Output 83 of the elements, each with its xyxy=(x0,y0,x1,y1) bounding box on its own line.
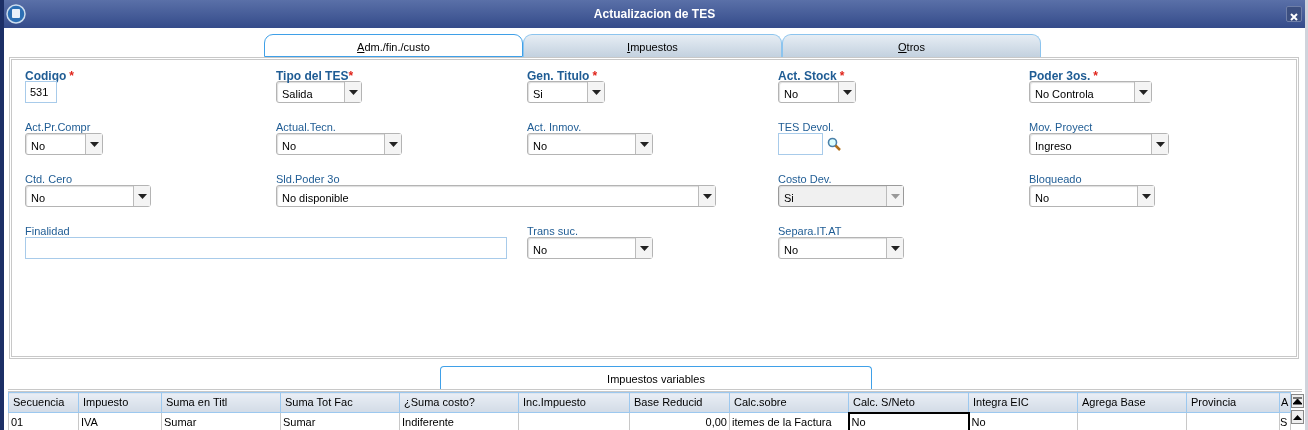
table-cell: 01 xyxy=(8,412,79,430)
column-header[interactable]: ¿Suma costo? xyxy=(399,392,519,413)
dropdown[interactable]: No Controla xyxy=(1029,81,1152,103)
column-header[interactable]: Calc. S/Neto xyxy=(848,392,969,413)
field-label: Act. Inmov. xyxy=(527,121,582,133)
caret-icon xyxy=(137,193,147,199)
field-label: Bloqueado xyxy=(1029,173,1082,185)
column-header[interactable]: Integra EIC xyxy=(968,392,1078,413)
dropdown[interactable]: Ingreso xyxy=(1029,133,1169,155)
caret-icon xyxy=(639,141,649,147)
dropdown[interactable]: No xyxy=(527,237,653,259)
field-label: Trans suc. xyxy=(527,225,578,237)
table-cell: Sumar xyxy=(280,412,400,430)
caret-icon xyxy=(591,89,601,95)
dropdown[interactable]: Si xyxy=(527,81,605,103)
column-header[interactable]: Impuesto xyxy=(78,392,162,413)
caret-icon xyxy=(702,193,712,199)
input-field[interactable] xyxy=(25,237,507,259)
column-header[interactable]: Provincia xyxy=(1186,392,1280,413)
search-icon[interactable] xyxy=(827,137,841,151)
tab[interactable]: Otros xyxy=(782,34,1041,57)
dropdown[interactable]: No xyxy=(527,133,653,155)
caret-icon xyxy=(1138,89,1148,95)
field-label: Codigo xyxy=(25,69,67,83)
column-header[interactable]: Secuencia xyxy=(8,392,79,413)
caret-icon xyxy=(348,89,358,95)
required-mark: * xyxy=(69,69,74,83)
tab[interactable]: Adm./fin./custo xyxy=(264,34,523,57)
scroll-up-icon xyxy=(1293,414,1302,420)
field-label: Mov. Proyect xyxy=(1029,121,1093,133)
column-header[interactable]: Calc.sobre xyxy=(729,392,849,413)
field-label: Actual.Tecn. xyxy=(276,121,336,133)
dropdown: Si xyxy=(778,185,904,207)
scroll-top-icon xyxy=(1293,397,1302,405)
tab[interactable]: Impuestos xyxy=(523,34,782,57)
required-mark: * xyxy=(839,69,845,83)
field-label: Finalidad xyxy=(25,225,70,237)
window-title: Actualizacion de TES xyxy=(593,7,716,21)
caret-icon xyxy=(388,141,398,147)
close-icon xyxy=(1290,12,1298,21)
field-label: Gen. Titulo xyxy=(527,69,590,83)
scroll-top-button[interactable] xyxy=(1291,394,1304,408)
scroll-up-button[interactable] xyxy=(1291,410,1304,424)
field-label: Tipo del TES xyxy=(276,69,349,83)
dropdown[interactable]: No xyxy=(25,133,103,155)
dropdown[interactable]: No xyxy=(1029,185,1155,207)
grid-tab[interactable]: Impuestos variables xyxy=(440,366,872,389)
caret-icon xyxy=(842,89,852,95)
caret-icon xyxy=(89,141,99,147)
close-button[interactable] xyxy=(1286,6,1302,22)
column-header[interactable]: A xyxy=(1279,392,1291,413)
app-icon[interactable] xyxy=(6,4,26,24)
column-header[interactable]: Agrega Base xyxy=(1077,392,1187,413)
column-header[interactable]: Suma Tot Fac xyxy=(280,392,400,413)
dropdown[interactable]: No disponible xyxy=(276,185,716,207)
field-label: Costo Dev. xyxy=(778,173,832,185)
column-header[interactable]: Base Reducid xyxy=(629,392,730,413)
dropdown[interactable]: No xyxy=(778,237,904,259)
table-cell: S xyxy=(1279,412,1291,430)
required-mark: * xyxy=(592,69,598,83)
field-label: Act. Stock xyxy=(778,69,837,83)
caret-icon xyxy=(1141,193,1151,199)
field-label: Sld.Poder 3o xyxy=(276,173,340,185)
dropdown[interactable]: No xyxy=(25,185,151,207)
field-label: TES Devol. xyxy=(778,121,834,133)
caret-icon xyxy=(1155,141,1165,147)
dropdown[interactable]: No xyxy=(276,133,402,155)
caret-icon xyxy=(890,245,900,251)
table-cell: Sumar xyxy=(161,412,281,430)
table-cell: No xyxy=(848,412,969,430)
caret-icon xyxy=(890,193,900,199)
field-label: Ctd. Cero xyxy=(25,173,73,185)
field-label: Poder 3os. xyxy=(1029,69,1091,83)
column-header[interactable]: Inc.Impuesto xyxy=(518,392,630,413)
caret-icon xyxy=(639,245,649,251)
dropdown[interactable]: No xyxy=(778,81,856,103)
column-header[interactable]: Suma en Titl xyxy=(161,392,281,413)
field-label: Act.Pr.Compr xyxy=(25,121,91,133)
required-mark: * xyxy=(348,69,354,83)
required-mark: * xyxy=(1093,69,1099,83)
input-field[interactable]: 531 xyxy=(25,81,57,103)
field-label: Separa.IT.AT xyxy=(778,225,842,237)
input-field[interactable] xyxy=(778,133,823,155)
